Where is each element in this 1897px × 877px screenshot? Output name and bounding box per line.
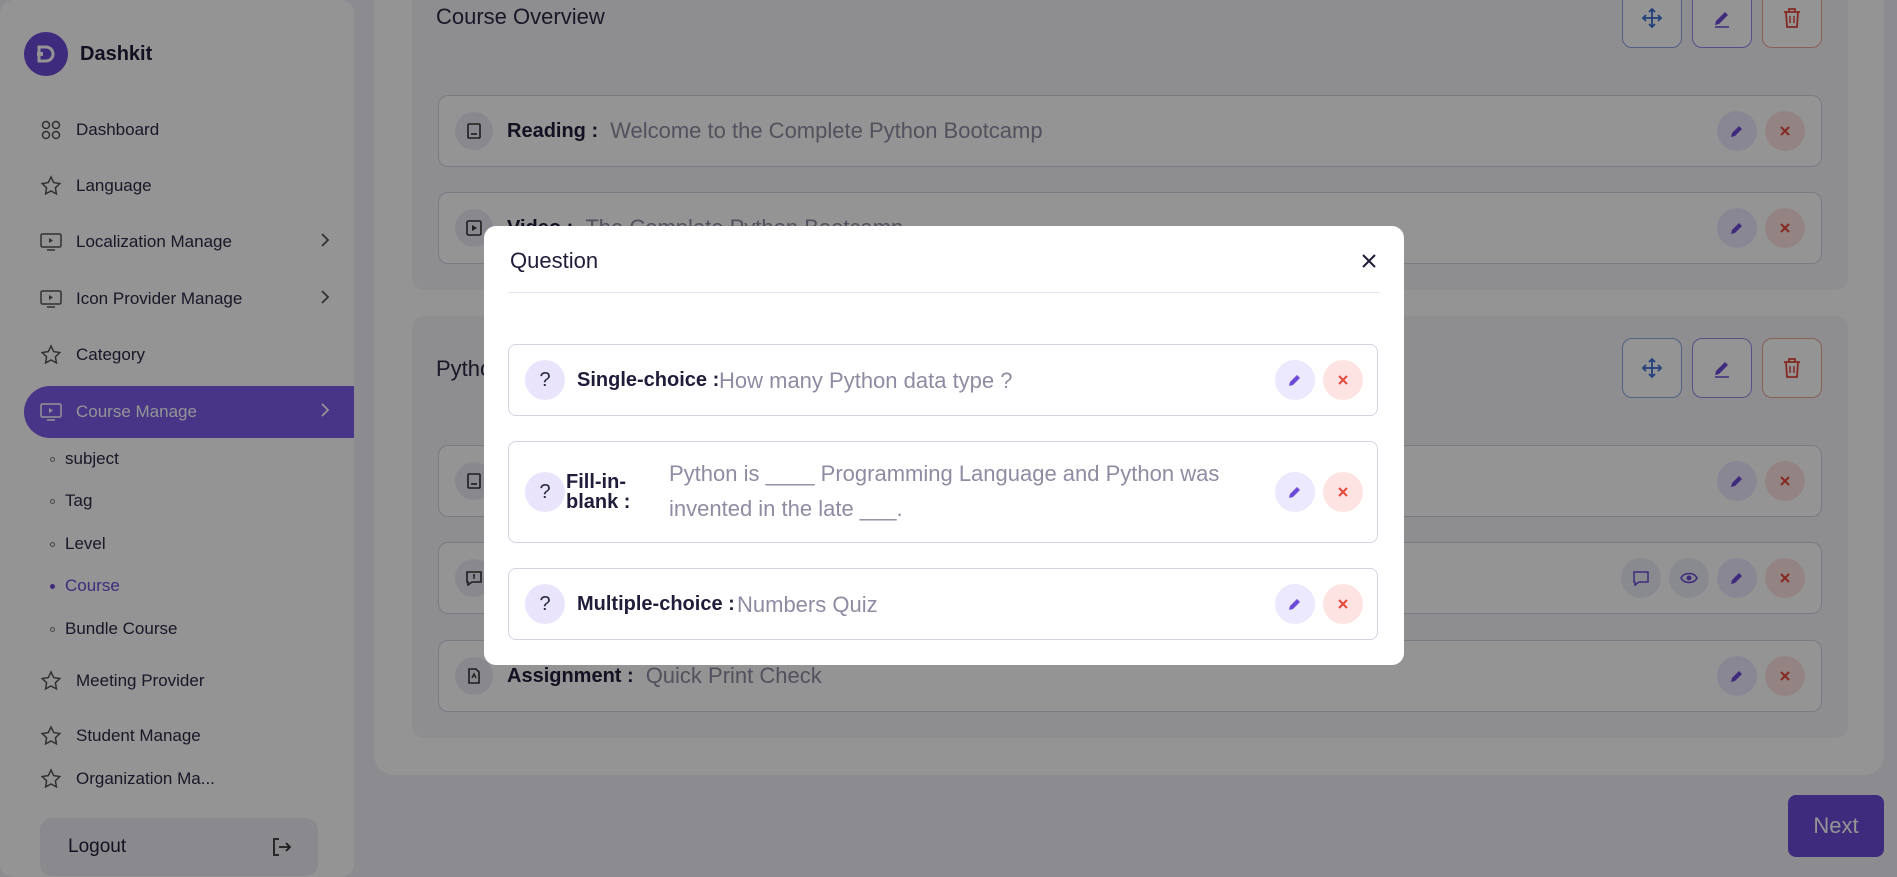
question-text: Python is ____ Programming Language and … <box>669 461 1220 521</box>
question-icon: ? <box>525 584 565 624</box>
question-icon: ? <box>525 472 565 512</box>
pencil-icon <box>1289 599 1300 610</box>
close-icon <box>1338 375 1348 385</box>
edit-button[interactable] <box>1275 360 1315 400</box>
question-type: Multiple-choice : <box>577 593 735 615</box>
question-row[interactable]: ? Fill-in-blank : Python is ____ Program… <box>508 441 1378 543</box>
close-icon <box>1362 254 1376 268</box>
divider <box>508 292 1380 293</box>
delete-button[interactable] <box>1323 472 1363 512</box>
question-icon: ? <box>525 360 565 400</box>
question-type: Single-choice : <box>577 369 720 391</box>
delete-button[interactable] <box>1323 584 1363 624</box>
edit-button[interactable] <box>1275 472 1315 512</box>
close-button[interactable] <box>1356 248 1382 274</box>
question-modal: Question ? Single-choice : How many Pyth… <box>484 226 1404 665</box>
question-row[interactable]: ? Single-choice : How many Python data t… <box>508 344 1378 416</box>
question-row[interactable]: ? Multiple-choice : Numbers Quiz <box>508 568 1378 640</box>
edit-button[interactable] <box>1275 584 1315 624</box>
modal-title: Question <box>510 248 599 273</box>
question-type: Fill-in-blank : <box>566 471 631 513</box>
close-icon <box>1338 599 1348 609</box>
pencil-icon <box>1289 487 1300 498</box>
pencil-icon <box>1289 375 1300 386</box>
question-text: How many Python data type ? <box>719 368 1013 393</box>
question-text: Numbers Quiz <box>737 592 878 617</box>
close-icon <box>1338 487 1348 497</box>
delete-button[interactable] <box>1323 360 1363 400</box>
